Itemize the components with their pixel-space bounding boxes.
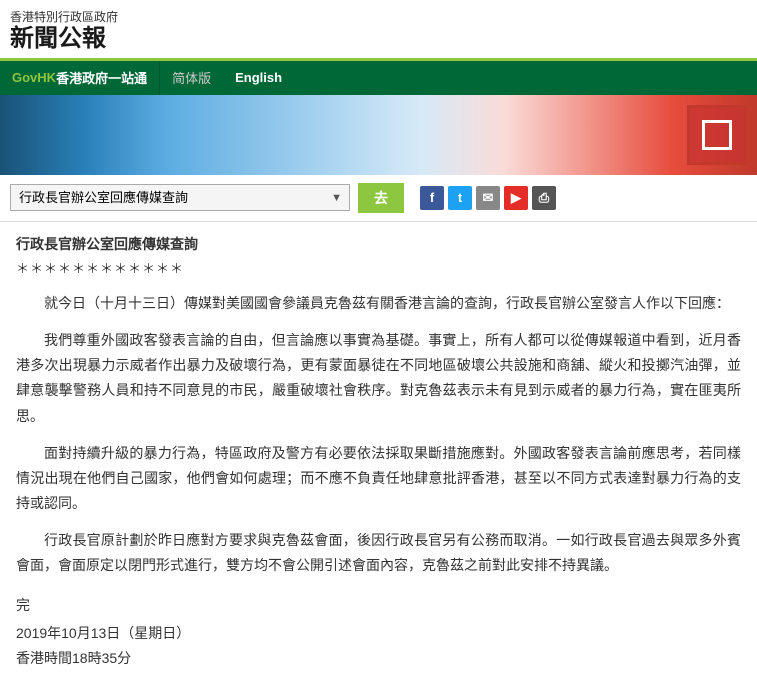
- article-divider-stars: ＊＊＊＊＊＊＊＊＊＊＊＊: [16, 258, 741, 277]
- nav-link-english[interactable]: English: [223, 61, 294, 95]
- article-date-line1: 2019年10月13日（星期日）: [16, 621, 741, 646]
- banner-overlay: [557, 95, 757, 175]
- header-title: 新聞公報: [10, 25, 747, 54]
- twitter-icon[interactable]: t: [448, 186, 472, 210]
- navbar: GovHK 香港政府一站通 简体版 English: [0, 61, 757, 95]
- banner: [0, 95, 757, 175]
- header-subtitle: 香港特別行政區政府: [10, 8, 747, 25]
- toolbar: 行政長官辦公室回應傳媒查詢 ▼ 去 f t ✉ ▶ ⎙: [0, 175, 757, 222]
- navbar-language-links: 简体版 English: [160, 61, 294, 95]
- article-paragraph-3: 面對持續升級的暴力行為，特區政府及警方有必要依法採取果斷措施應對。外國政客發表言…: [16, 441, 741, 517]
- article-title: 行政長官辦公室回應傳媒查詢: [16, 234, 741, 254]
- article-date-line2: 香港時間18時35分: [16, 646, 741, 671]
- article-paragraph-1: 就今日（十月十三日）傳媒對美國國會參議員克魯茲有關香港言論的查詢，行政長官辦公室…: [16, 291, 741, 316]
- nav-link-simplified[interactable]: 简体版: [160, 61, 223, 95]
- category-select[interactable]: 行政長官辦公室回應傳媒查詢: [10, 184, 350, 211]
- category-select-wrapper: 行政長官辦公室回應傳媒查詢 ▼: [10, 184, 350, 211]
- article-paragraph-2: 我們尊重外國政客發表言論的自由，但言論應以事實為基礎。事實上，所有人都可以從傳媒…: [16, 328, 741, 429]
- navbar-brand-text: 香港政府一站通: [56, 68, 147, 87]
- mail-icon[interactable]: ✉: [476, 186, 500, 210]
- facebook-icon[interactable]: f: [420, 186, 444, 210]
- main-content: 行政長官辦公室回應傳媒查詢 ＊＊＊＊＊＊＊＊＊＊＊＊ 就今日（十月十三日）傳媒對…: [0, 222, 757, 683]
- social-links: f t ✉ ▶ ⎙: [420, 186, 556, 210]
- banner-logo-icon: [687, 105, 747, 165]
- banner-logo-inner: [702, 120, 732, 150]
- print-icon[interactable]: ⎙: [532, 186, 556, 210]
- navbar-govhk: GovHK: [12, 70, 56, 85]
- article-end-marker: 完: [16, 595, 741, 615]
- page-header: 香港特別行政區政府 新聞公報: [0, 0, 757, 61]
- article-paragraph-4: 行政長官原計劃於昨日應對方要求與克魯茲會面，後因行政長官另有公務而取消。一如行政…: [16, 528, 741, 578]
- go-button[interactable]: 去: [358, 183, 404, 213]
- navbar-brand: GovHK 香港政府一站通: [0, 61, 160, 95]
- youtube-icon[interactable]: ▶: [504, 186, 528, 210]
